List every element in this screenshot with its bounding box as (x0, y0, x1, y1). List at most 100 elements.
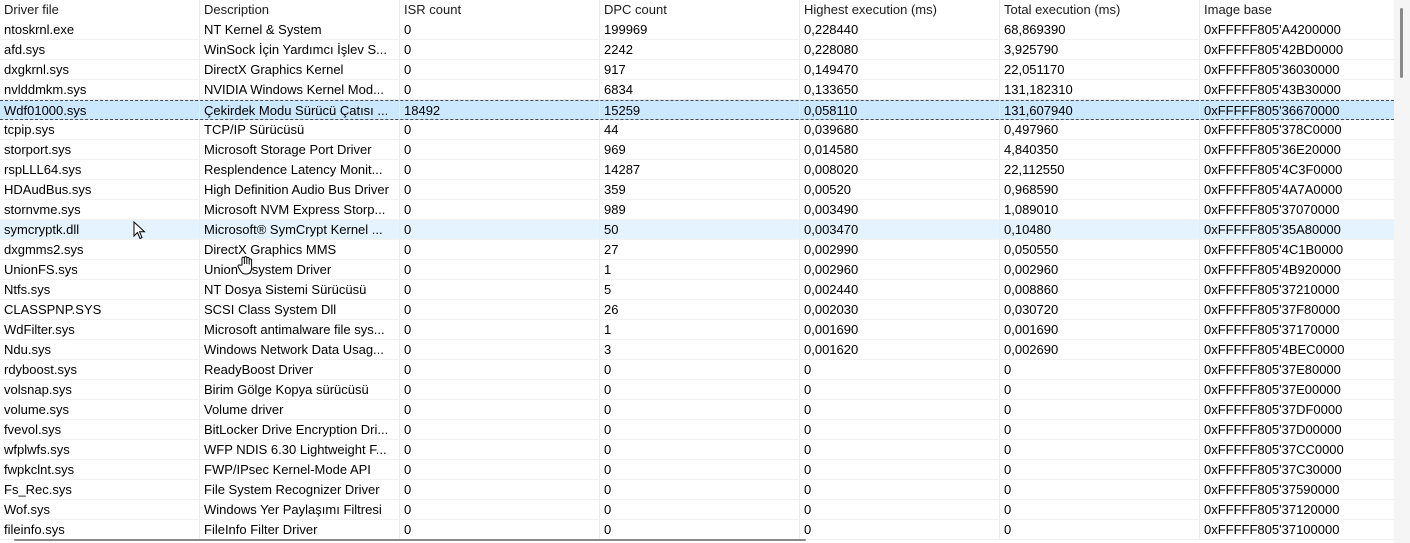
cell-driver-file: storport.sys (0, 140, 200, 159)
table-row[interactable]: Fs_Rec.sys File System Recognizer Driver 0… (0, 480, 1394, 500)
table-row[interactable]: rdyboost.sys ReadyBoost Driver 0 0 0 0 0xFFFFF… (0, 360, 1394, 380)
cell-description: TCP/IP Sürücüsü (200, 120, 400, 139)
cell-total-execution: 0 (1000, 400, 1200, 419)
cell-total-execution: 22,112550 (1000, 160, 1200, 179)
table-row[interactable]: nvlddmkm.sys NVIDIA Windows Kernel Mod...… (0, 80, 1394, 100)
table-row[interactable]: fvevol.sys BitLocker Drive Encryption Dri… (0, 420, 1394, 440)
cell-total-execution: 0 (1000, 480, 1200, 499)
cell-isr-count: 0 (400, 320, 600, 339)
table-row[interactable]: WdFilter.sys Microsoft antimalware file s… (0, 320, 1394, 340)
cell-highest-execution: 0,228440 (800, 20, 1000, 39)
col-header-total-execution[interactable]: Total execution (ms) (1000, 0, 1200, 20)
cell-image-base: 0xFFFFF805'43B30000 (1204, 82, 1341, 97)
col-header-highest-execution[interactable]: Highest execution (ms) (800, 0, 1000, 20)
table-row[interactable]: storport.sys Microsoft Storage Port Drive… (0, 140, 1394, 160)
cell-dpc-count: 1 (600, 260, 800, 279)
cell-description: File System Recognizer Driver (200, 480, 400, 499)
cell-image-base: 0xFFFFF805'4A7A0000 (1204, 182, 1343, 197)
cell-highest-execution: 0,008020 (800, 160, 1000, 179)
cell-dpc-count: 3 (600, 340, 800, 359)
cell-image-base: 0xFFFFF805'37070000 (1204, 202, 1340, 217)
col-header-description[interactable]: Description (200, 0, 400, 20)
cell-driver-file: tcpip.sys (0, 120, 200, 139)
table-row[interactable]: CLASSPNP.SYS SCSI Class System Dll 0 26 0,00… (0, 300, 1394, 320)
table-row[interactable]: wfplwfs.sys WFP NDIS 6.30 Lightweight F..… (0, 440, 1394, 460)
table-row[interactable]: dxgmms2.sys DirectX Graphics MMS 0 27 0,0029… (0, 240, 1394, 260)
cell-dpc-count: 15259 (600, 101, 800, 119)
cell-dpc-count: 359 (600, 180, 800, 199)
vertical-scrollbar[interactable] (1394, 0, 1410, 543)
cell-description: DirectX Graphics MMS (200, 240, 400, 259)
cell-isr-count: 0 (400, 160, 600, 179)
table-row[interactable]: Wof.sys Windows Yer Paylaşımı Filtresi 0 0 0… (0, 500, 1394, 520)
cell-highest-execution: 0,001620 (800, 340, 1000, 359)
cell-isr-count: 0 (400, 260, 600, 279)
cell-dpc-count: 0 (600, 400, 800, 419)
cell-description: Microsoft® SymCrypt Kernel ... (200, 220, 400, 239)
cell-driver-file: Ntfs.sys (0, 280, 200, 299)
cell-driver-file: Ndu.sys (0, 340, 200, 359)
table-row[interactable]: rspLLL64.sys Resplendence Latency Monit..… (0, 160, 1394, 180)
cell-dpc-count: 0 (600, 500, 800, 519)
cell-isr-count: 0 (400, 360, 600, 379)
table-row[interactable]: ntoskrnl.exe NT Kernel & System 0 199969 0,2… (0, 20, 1394, 40)
cell-highest-execution: 0,002990 (800, 240, 1000, 259)
table-row[interactable]: UnionFS.sys Union lesystem Driver 0 1 0,0029… (0, 260, 1394, 280)
cell-driver-file: dxgkrnl.sys (0, 60, 200, 79)
cell-isr-count: 0 (400, 120, 600, 139)
cell-total-execution: 0,001690 (1000, 320, 1200, 339)
cell-dpc-count: 6834 (600, 80, 800, 99)
cell-description: Windows Network Data Usag... (200, 340, 400, 359)
col-header-isr-count[interactable]: ISR count (400, 0, 600, 20)
cell-total-execution: 131,182310 (1000, 80, 1200, 99)
cell-dpc-count: 5 (600, 280, 800, 299)
table-row[interactable]: Wdf01000.sys Çekirdek Modu Sürücü Çatısı … (0, 100, 1394, 120)
cell-dpc-count: 26 (600, 300, 800, 319)
cell-total-execution: 0,497960 (1000, 120, 1200, 139)
cell-highest-execution: 0,002960 (800, 260, 1000, 279)
col-header-dpc-count[interactable]: DPC count (600, 0, 800, 20)
table-row[interactable]: Ntfs.sys NT Dosya Sistemi Sürücüsü 0 5 0,002… (0, 280, 1394, 300)
horizontal-scroll-thumb[interactable] (14, 539, 806, 541)
cell-description: DirectX Graphics Kernel (200, 60, 400, 79)
cell-total-execution: 0 (1000, 360, 1200, 379)
table-row[interactable]: fwpkclnt.sys FWP/IPsec Kernel-Mode API 0 0 0… (0, 460, 1394, 480)
table-row[interactable]: symcryptk.dll Microsoft® SymCrypt Kernel … (0, 220, 1394, 240)
table-row[interactable]: dxgkrnl.sys DirectX Graphics Kernel 0 917 0,… (0, 60, 1394, 80)
cell-driver-file: UnionFS.sys (0, 260, 200, 279)
cell-isr-count: 0 (400, 80, 600, 99)
cell-dpc-count: 44 (600, 120, 800, 139)
cell-description: WinSock İçin Yardımcı İşlev S... (200, 40, 400, 59)
table-row[interactable]: Ndu.sys Windows Network Data Usag... 0 3 0,0… (0, 340, 1394, 360)
table-row[interactable]: HDAudBus.sys High Definition Audio Bus Dr… (0, 180, 1394, 200)
table-row[interactable]: tcpip.sys TCP/IP Sürücüsü 0 44 0,039680 0,497… (0, 120, 1394, 140)
cell-highest-execution: 0,149470 (800, 60, 1000, 79)
col-header-driver-file[interactable]: Driver file (0, 0, 200, 20)
cell-highest-execution: 0 (800, 480, 1000, 499)
cell-isr-count: 0 (400, 500, 600, 519)
cell-description: High Definition Audio Bus Driver (200, 180, 400, 199)
cell-total-execution: 0,10480 (1000, 220, 1200, 239)
table-row[interactable]: afd.sys WinSock İçin Yardımcı İşlev S... 0… (0, 40, 1394, 60)
cell-description: Resplendence Latency Monit... (200, 160, 400, 179)
horizontal-scrollbar[interactable] (0, 537, 1394, 543)
cell-dpc-count: 50 (600, 220, 800, 239)
table-row[interactable]: volume.sys Volume driver 0 0 0 0 0xFFFFF805'37… (0, 400, 1394, 420)
cell-isr-count: 0 (400, 20, 600, 39)
table-row[interactable]: stornvme.sys Microsoft NVM Express Storp.… (0, 200, 1394, 220)
vertical-scroll-thumb[interactable] (1400, 8, 1403, 78)
cell-total-execution: 0,968590 (1000, 180, 1200, 199)
table-row[interactable]: volsnap.sys Birim Gölge Kopya sürücüsü 0 0 0… (0, 380, 1394, 400)
cell-isr-count: 0 (400, 240, 600, 259)
cell-dpc-count: 199969 (600, 20, 800, 39)
cell-highest-execution: 0 (800, 500, 1000, 519)
cell-isr-count: 0 (400, 420, 600, 439)
cell-total-execution: 0 (1000, 500, 1200, 519)
col-header-image-base[interactable]: Image base (1200, 0, 1394, 20)
cell-highest-execution: 0,001690 (800, 320, 1000, 339)
cell-driver-file: Wof.sys (0, 500, 200, 519)
cell-highest-execution: 0 (800, 380, 1000, 399)
cell-description: ReadyBoost Driver (200, 360, 400, 379)
cell-driver-file: ntoskrnl.exe (0, 20, 200, 39)
cell-driver-file: dxgmms2.sys (0, 240, 200, 259)
